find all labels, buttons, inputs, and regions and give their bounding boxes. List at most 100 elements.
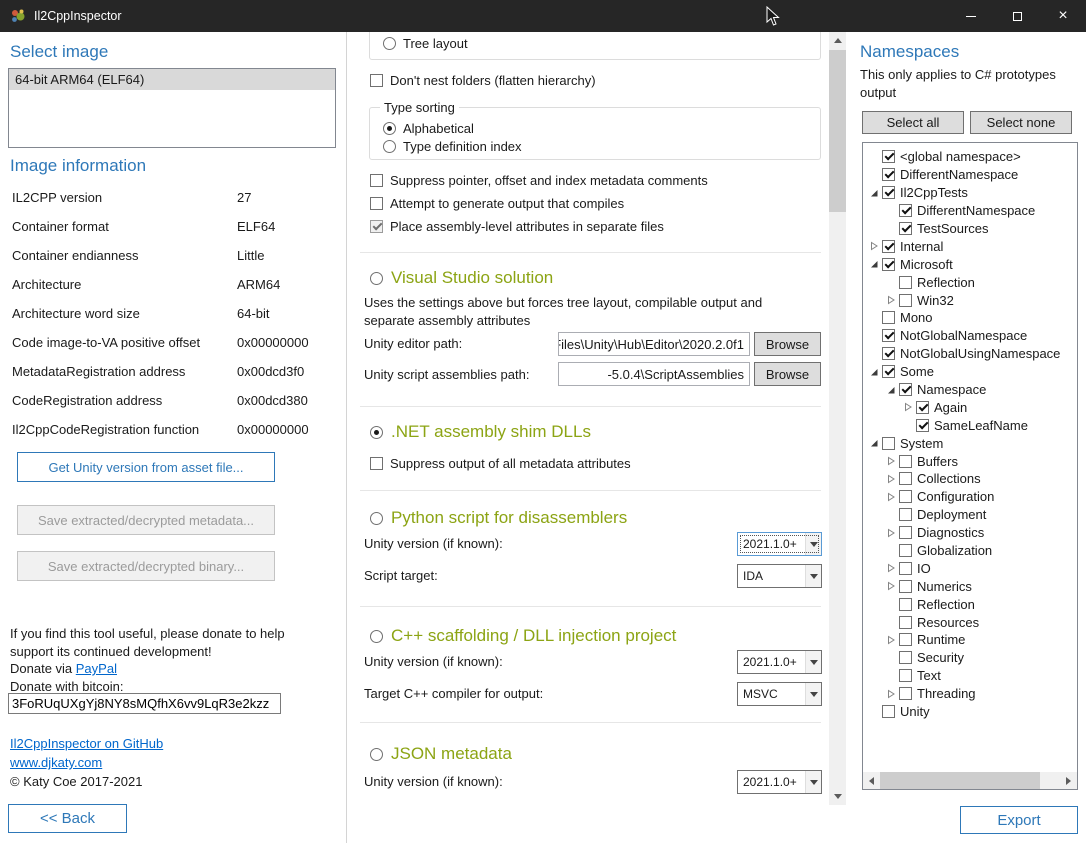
bitcoin-address-input[interactable]	[8, 693, 281, 714]
type-definition-index-radio[interactable]: Type definition index	[383, 139, 522, 154]
tree-row[interactable]: Threading	[863, 685, 1077, 703]
expander-expanded-icon[interactable]	[867, 259, 880, 269]
checkbox-icon[interactable]	[882, 186, 895, 199]
expander-collapsed-icon[interactable]	[867, 241, 880, 251]
expander-collapsed-icon[interactable]	[884, 581, 897, 591]
tree-row[interactable]: Collections	[863, 470, 1077, 488]
expander-collapsed-icon[interactable]	[884, 563, 897, 573]
github-link[interactable]: Il2CppInspector on GitHub	[10, 736, 163, 751]
checkbox-icon[interactable]	[899, 598, 912, 611]
tree-row[interactable]: Mono	[863, 309, 1077, 327]
tree-row[interactable]: Security	[863, 649, 1077, 667]
back-button[interactable]: << Back	[8, 804, 127, 833]
tree-row[interactable]: Again	[863, 398, 1077, 416]
tree-row[interactable]: Runtime	[863, 631, 1077, 649]
hscroll-thumb[interactable]	[880, 772, 1040, 789]
scroll-left-button[interactable]	[863, 772, 880, 789]
json-unity-version-combo[interactable]: 2021.1.0+	[737, 770, 822, 794]
tree-row[interactable]: TestSources	[863, 220, 1077, 238]
tree-row[interactable]: NotGlobalNamespace	[863, 327, 1077, 345]
tree-row[interactable]: Microsoft	[863, 255, 1077, 273]
cpp-unity-version-combo[interactable]: 2021.1.0+	[737, 650, 822, 674]
expander-collapsed-icon[interactable]	[884, 492, 897, 502]
expander-collapsed-icon[interactable]	[884, 295, 897, 305]
unity-editor-path-browse-button[interactable]: Browse	[754, 332, 821, 356]
checkbox-icon[interactable]	[899, 383, 912, 396]
script-assemblies-browse-button[interactable]: Browse	[754, 362, 821, 386]
image-listbox[interactable]: 64-bit ARM64 (ELF64)	[8, 68, 336, 148]
expander-expanded-icon[interactable]	[867, 188, 880, 198]
scroll-thumb[interactable]	[829, 50, 846, 212]
checkbox-icon[interactable]	[899, 651, 912, 664]
expander-expanded-icon[interactable]	[884, 385, 897, 395]
scroll-down-button[interactable]	[829, 788, 846, 805]
tree-row[interactable]: Resources	[863, 613, 1077, 631]
checkbox-icon[interactable]	[882, 311, 895, 324]
expander-collapsed-icon[interactable]	[884, 689, 897, 699]
tree-row[interactable]: Win32	[863, 291, 1077, 309]
cpp-project-radio[interactable]: C++ scaffolding / DLL injection project	[370, 626, 676, 646]
python-script-radio[interactable]: Python script for disassemblers	[370, 508, 627, 528]
checkbox-icon[interactable]	[899, 472, 912, 485]
expander-collapsed-icon[interactable]	[884, 474, 897, 484]
checkbox-icon[interactable]	[882, 329, 895, 342]
tree-row[interactable]: Il2CppTests	[863, 184, 1077, 202]
checkbox-icon[interactable]	[899, 544, 912, 557]
alphabetical-radio[interactable]: Alphabetical	[383, 121, 474, 136]
checkbox-icon[interactable]	[899, 204, 912, 217]
checkbox-icon[interactable]	[916, 401, 929, 414]
expander-collapsed-icon[interactable]	[884, 635, 897, 645]
python-unity-version-combo[interactable]: 2021.1.0+	[737, 532, 822, 556]
get-unity-version-button[interactable]: Get Unity version from asset file...	[17, 452, 275, 482]
checkbox-icon[interactable]	[899, 633, 912, 646]
maximize-button[interactable]	[994, 0, 1040, 32]
output-scrollbar[interactable]	[829, 32, 846, 805]
scroll-up-button[interactable]	[829, 32, 846, 49]
checkbox-icon[interactable]	[882, 168, 895, 181]
checkbox-icon[interactable]	[899, 580, 912, 593]
expander-collapsed-icon[interactable]	[884, 456, 897, 466]
namespaces-hscrollbar[interactable]	[863, 772, 1077, 789]
tree-row[interactable]: Configuration	[863, 488, 1077, 506]
script-target-combo[interactable]: IDA	[737, 564, 822, 588]
script-assemblies-path-input[interactable]: -5.0.4\ScriptAssemblies	[558, 362, 750, 386]
checkbox-icon[interactable]	[882, 437, 895, 450]
checkbox-icon[interactable]	[899, 294, 912, 307]
checkbox-icon[interactable]	[899, 276, 912, 289]
checkbox-icon[interactable]	[899, 526, 912, 539]
unity-editor-path-input[interactable]: Files\Unity\Hub\Editor\2020.2.0f1	[558, 332, 750, 356]
vs-solution-radio[interactable]: Visual Studio solution	[370, 268, 553, 288]
tree-row[interactable]: Buffers	[863, 452, 1077, 470]
export-button[interactable]: Export	[960, 806, 1078, 834]
flatten-checkbox[interactable]: Don't nest folders (flatten hierarchy)	[370, 73, 596, 88]
option-checkbox[interactable]: Place assembly-level attributes in separ…	[370, 219, 708, 234]
checkbox-icon[interactable]	[899, 669, 912, 682]
tree-row[interactable]: Namespace	[863, 381, 1077, 399]
tree-row[interactable]: Some	[863, 363, 1077, 381]
tree-row[interactable]: Unity	[863, 703, 1077, 721]
website-link[interactable]: www.djkaty.com	[10, 755, 102, 770]
save-binary-button[interactable]: Save extracted/decrypted binary...	[17, 551, 275, 581]
json-metadata-radio[interactable]: JSON metadata	[370, 744, 512, 764]
checkbox-icon[interactable]	[882, 365, 895, 378]
tree-row[interactable]: System	[863, 434, 1077, 452]
tree-row[interactable]: Internal	[863, 237, 1077, 255]
save-metadata-button[interactable]: Save extracted/decrypted metadata...	[17, 505, 275, 535]
checkbox-icon[interactable]	[882, 705, 895, 718]
suppress-metadata-checkbox[interactable]: Suppress output of all metadata attribut…	[370, 456, 631, 471]
checkbox-icon[interactable]	[916, 419, 929, 432]
tree-row[interactable]: Reflection	[863, 273, 1077, 291]
checkbox-icon[interactable]	[882, 258, 895, 271]
select-none-button[interactable]: Select none	[970, 111, 1072, 134]
expander-expanded-icon[interactable]	[867, 438, 880, 448]
tree-row[interactable]: Numerics	[863, 577, 1077, 595]
tree-row[interactable]: <global namespace>	[863, 148, 1077, 166]
minimize-button[interactable]	[948, 0, 994, 32]
checkbox-icon[interactable]	[899, 508, 912, 521]
cpp-compiler-combo[interactable]: MSVC	[737, 682, 822, 706]
checkbox-icon[interactable]	[882, 347, 895, 360]
tree-layout-radio[interactable]: Tree layout	[383, 36, 468, 51]
tree-row[interactable]: Diagnostics	[863, 524, 1077, 542]
checkbox-icon[interactable]	[899, 687, 912, 700]
tree-row[interactable]: SameLeafName	[863, 416, 1077, 434]
